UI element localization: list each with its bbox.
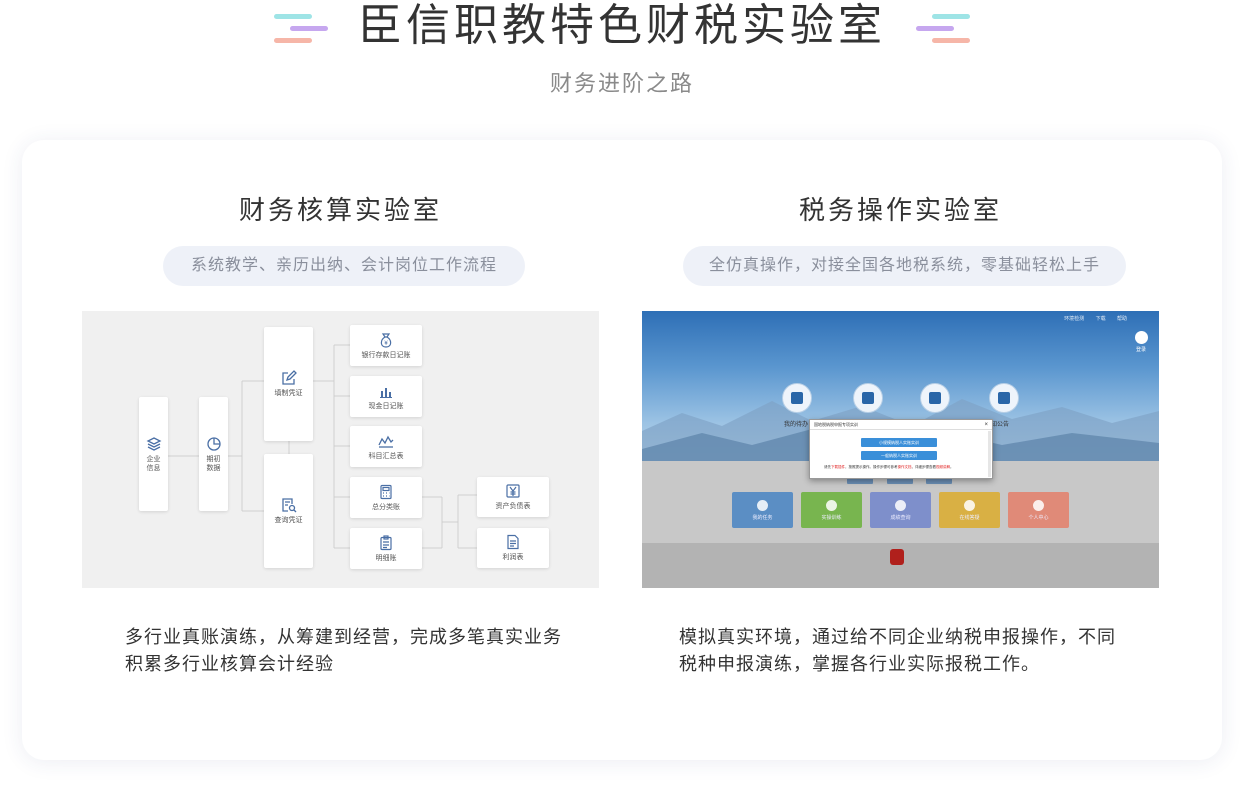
modal-header: 国地税纳税申报专项实训 × (810, 420, 992, 430)
flow-node-account-summary: 科目汇总表 (350, 426, 422, 467)
flow-node-fill-voucher: 填制凭证 (264, 327, 313, 441)
close-icon[interactable]: × (984, 420, 988, 430)
todo-label: 我的待办 (784, 422, 809, 428)
modal-note: 请先下载插件，按照提示操作。操作步骤可参考操作文档，详细步骤查看视频讲解。 (824, 465, 954, 469)
tax-lab-tagline: 全仿真操作，对接全国各地税系统，零基础轻松上手 (683, 246, 1126, 286)
tile-practice[interactable]: 实操训练 (801, 492, 862, 528)
flow-node-opening-data: 期初数据 (199, 397, 228, 511)
flow-node-cash-journal: 现金日记账 (350, 376, 422, 417)
todo-circle-icon[interactable] (782, 383, 812, 413)
tile-profile[interactable]: 个人中心 (1008, 492, 1069, 528)
top-links: 环境检测 下载 帮助 (1054, 315, 1127, 322)
env-check-link[interactable]: 环境检测 (1064, 316, 1084, 322)
labs-card: 财务核算实验室 系统教学、亲历出纳、会计岗位工作流程 企业信息 期初数据 填制凭… (22, 140, 1222, 760)
training-modal: 国地税纳税申报专项实训 × 小规模纳税人实账实训 一般纳税人实账实训 请先下载插… (809, 419, 993, 479)
grid-circle-icon[interactable] (920, 383, 950, 413)
finance-lab-description: 多行业真账演练，从筹建到经营，完成多笔真实业务积累多行业核算会计经验 (125, 627, 562, 674)
line-chart-icon (378, 435, 394, 448)
tile-qa[interactable]: 在线答疑 (939, 492, 1000, 528)
calendar-circle-icon[interactable] (853, 383, 883, 413)
flow-node-label: 期初数据 (206, 455, 221, 472)
calculator-icon (380, 484, 392, 499)
flow-node-label: 企业信息 (146, 455, 161, 472)
flow-node-label: 填制凭证 (274, 390, 303, 397)
tile-my-tasks[interactable]: 我的任务 (732, 492, 793, 528)
flow-node-label: 明细账 (375, 554, 397, 562)
document-icon (507, 534, 519, 550)
modal-title: 国地税纳税申报专项实训 (814, 422, 858, 427)
flow-node-label: 总分类账 (372, 503, 400, 511)
flow-node-detail-ledger: 明细账 (350, 528, 422, 569)
chart-icon (380, 387, 392, 398)
flow-node-label: 银行存款日记账 (361, 351, 411, 359)
small-taxpayer-button[interactable]: 小规模纳税人实账实训 (861, 438, 937, 447)
user-avatar-icon (1134, 331, 1148, 344)
operation-doc-link[interactable]: 操作文档 (898, 465, 912, 469)
pie-chart-icon (206, 436, 221, 451)
page-title: 臣信职教特色财税实验室 (358, 1, 886, 50)
modal-scrollbar[interactable] (988, 431, 991, 477)
accounting-flow-diagram: 企业信息 期初数据 填制凭证 查询凭证 ¥ 银行存款日记账 现金日记账 科目汇总… (82, 311, 599, 588)
flow-node-label: 科目汇总表 (368, 452, 404, 460)
bell-circle-icon[interactable] (989, 383, 1019, 413)
svg-text:¥: ¥ (384, 341, 388, 347)
tax-lab-column: 税务操作实验室 全仿真操作，对接全国各地税系统，零基础轻松上手 环境检测 下载 … (642, 140, 1159, 760)
finance-lab-title: 财务核算实验室 (238, 195, 442, 225)
hero-title-row: 臣信职教特色财税实验室 (0, 0, 1244, 52)
flow-node-label: 现金日记账 (368, 402, 404, 410)
page-subtitle: 财务进阶之路 (549, 71, 694, 96)
download-link[interactable]: 下载 (1096, 316, 1106, 322)
flow-node-balance-sheet: 资产负债表 (477, 477, 549, 517)
flow-node-general-ledger: 总分类账 (350, 477, 422, 518)
download-plugin-link[interactable]: 下载插件 (831, 465, 845, 469)
money-bag-icon: ¥ (380, 332, 392, 348)
flow-node-query-voucher: 查询凭证 (264, 454, 313, 568)
document-search-icon (281, 498, 296, 513)
yen-icon (506, 484, 520, 498)
edit-icon (281, 370, 297, 385)
help-link[interactable]: 帮助 (1117, 316, 1127, 322)
general-taxpayer-button[interactable]: 一般纳税人实账实训 (861, 451, 937, 460)
tax-lab-description: 模拟真实环境，通过给不同企业纳税申报操作，不同税种申报演练，掌握各行业实际报税工… (679, 627, 1116, 674)
login-button[interactable]: 登录 (1133, 331, 1149, 353)
tax-lab-title: 税务操作实验室 (798, 195, 1002, 225)
flow-node-income-statement: 利润表 (477, 528, 549, 568)
tax-emblem-icon (890, 549, 904, 565)
layers-icon (146, 436, 161, 451)
login-label: 登录 (1135, 347, 1146, 353)
tile-scores[interactable]: 成绩查询 (870, 492, 931, 528)
video-link[interactable]: 视频讲解 (936, 465, 950, 469)
title-decoration-left (274, 6, 328, 46)
tax-system-screenshot: 环境检测 下载 帮助 登录 我的待办 通知公告 我的任务 实操训练 成绩查询 在… (642, 311, 1159, 588)
flow-node-bank-journal: ¥ 银行存款日记账 (350, 325, 422, 366)
flow-node-company-info: 企业信息 (139, 397, 168, 511)
finance-lab-column: 财务核算实验室 系统教学、亲历出纳、会计岗位工作流程 企业信息 期初数据 填制凭… (82, 140, 599, 760)
finance-lab-tagline: 系统教学、亲历出纳、会计岗位工作流程 (163, 246, 525, 286)
flow-node-label: 利润表 (502, 554, 524, 561)
flow-node-label: 查询凭证 (274, 517, 303, 524)
clipboard-icon (380, 534, 392, 550)
flow-node-label: 资产负债表 (495, 503, 531, 510)
title-decoration-right (916, 6, 970, 46)
